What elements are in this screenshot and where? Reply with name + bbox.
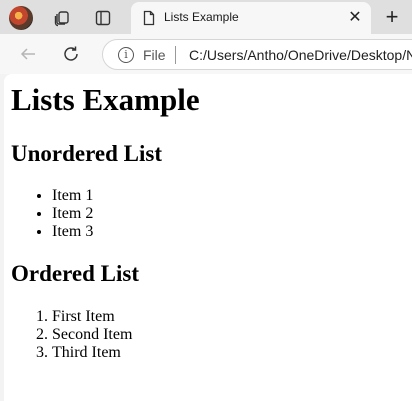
ordered-list: First Item Second Item Third Item: [52, 308, 132, 362]
list-item: Third Item: [52, 344, 132, 362]
unordered-heading: Unordered List: [11, 141, 162, 166]
address-bar[interactable]: i File C:/Users/Antho/OneDrive/Desktop/N: [102, 39, 412, 70]
page-content: Lists Example Unordered List Item 1 Item…: [4, 74, 412, 401]
plus-icon[interactable]: +: [380, 6, 404, 30]
list-item: Item 3: [52, 223, 93, 241]
page-title: Lists Example: [11, 82, 200, 117]
list-item: Item 1: [52, 187, 93, 205]
tab-title: Lists Example: [164, 10, 239, 24]
doc-icon: [141, 10, 157, 26]
close-icon[interactable]: ✕: [346, 9, 364, 27]
address-toolbar: i File C:/Users/Antho/OneDrive/Desktop/N: [0, 34, 412, 74]
unordered-list: Item 1 Item 2 Item 3: [52, 187, 93, 241]
url-scheme: File: [143, 47, 166, 63]
list-item: First Item: [52, 308, 132, 326]
divider: [175, 46, 176, 64]
list-item: Second Item: [52, 326, 132, 344]
list-item: Item 2: [52, 205, 93, 223]
refresh-icon[interactable]: [59, 42, 83, 66]
back-icon[interactable]: [16, 42, 40, 66]
profile-avatar[interactable]: [9, 6, 33, 30]
url-text[interactable]: C:/Users/Antho/OneDrive/Desktop/N: [189, 47, 412, 63]
collections-icon[interactable]: [50, 6, 74, 30]
info-icon[interactable]: i: [118, 47, 134, 63]
tab-active[interactable]: Lists Example ✕: [131, 2, 371, 34]
ordered-heading: Ordered List: [11, 261, 139, 286]
tab-strip: Lists Example ✕ +: [0, 0, 412, 34]
tab-actions-icon[interactable]: [91, 6, 115, 30]
